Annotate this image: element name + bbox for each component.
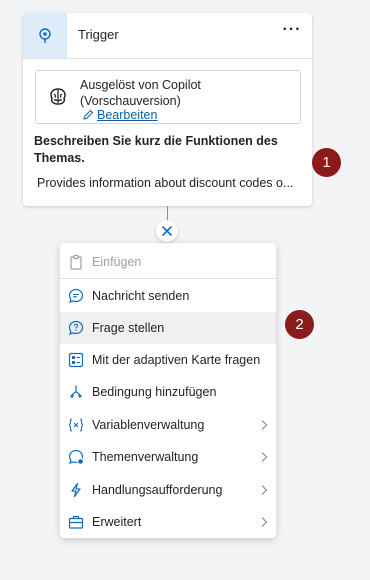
trigger-header: Trigger ··· [23,13,312,59]
clipboard-icon [70,254,82,270]
trigger-node-card[interactable]: Trigger ··· Ausgelöst von Copilot (Vorsc… [23,13,312,206]
menu-item-adaptive-karte[interactable]: Mit der adaptiven Karte fragen [60,344,276,376]
question-bubble-icon [68,320,84,335]
copilot-brain-icon [50,88,66,105]
menu-item-label: Frage stellen [92,321,165,335]
pencil-icon [83,109,94,120]
close-icon [162,226,172,236]
menu-item-einfuegen[interactable]: Einfügen [60,246,276,278]
chat-bubble-icon [68,288,84,303]
chevron-right-icon [261,420,268,430]
close-add-menu-button[interactable] [156,220,178,242]
chevron-right-icon [261,517,268,527]
description-text[interactable]: Provides information about discount code… [37,176,307,190]
menu-item-label: Handlungsaufforderung [92,483,223,497]
callout-badge-2: 2 [285,310,314,339]
menu-item-label: Variablenverwaltung [92,418,205,432]
add-node-menu: Einfügen Nachricht senden Frage stellen … [60,243,276,538]
menu-item-label: Themenverwaltung [92,450,199,464]
menu-item-label: Mit der adaptiven Karte fragen [92,353,261,367]
trigger-source-box: Ausgelöst von Copilot (Vorschauversion) … [35,70,301,124]
menu-item-variablenverwaltung[interactable]: Variablenverwaltung [60,409,276,441]
menu-item-label: Bedingung hinzufügen [92,385,217,399]
chevron-right-icon [261,452,268,462]
menu-item-handlungsaufforderung[interactable]: Handlungsaufforderung [60,474,276,506]
trigger-source-title: Ausgelöst von Copilot (Vorschauversion) [80,78,201,108]
menu-item-themenverwaltung[interactable]: Themenverwaltung [60,441,276,473]
lightning-icon [71,482,81,498]
branch-icon [70,385,82,399]
callout-badge-1: 1 [312,148,341,177]
menu-item-label: Einfügen [92,255,142,269]
adaptive-card-icon [68,352,84,368]
variable-icon [68,418,84,432]
trigger-icon [23,13,67,58]
topic-gear-icon [68,449,84,464]
chevron-right-icon [261,485,268,495]
edit-link[interactable]: Bearbeiten [82,108,157,122]
menu-divider [60,278,276,279]
menu-item-nachricht-senden[interactable]: Nachricht senden [60,280,276,312]
trigger-title: Trigger [78,27,119,42]
menu-item-label: Nachricht senden [92,289,190,303]
menu-item-erweitert[interactable]: Erweitert [60,506,276,538]
edit-link-label[interactable]: Bearbeiten [97,108,157,122]
menu-item-label: Erweitert [92,515,142,529]
description-label: Beschreiben Sie kurz die Funktionen des … [34,134,278,165]
toolbox-icon [68,515,84,529]
more-options-button[interactable]: ··· [282,22,302,43]
menu-item-frage-stellen[interactable]: Frage stellen [60,312,276,344]
menu-item-bedingung[interactable]: Bedingung hinzufügen [60,376,276,408]
